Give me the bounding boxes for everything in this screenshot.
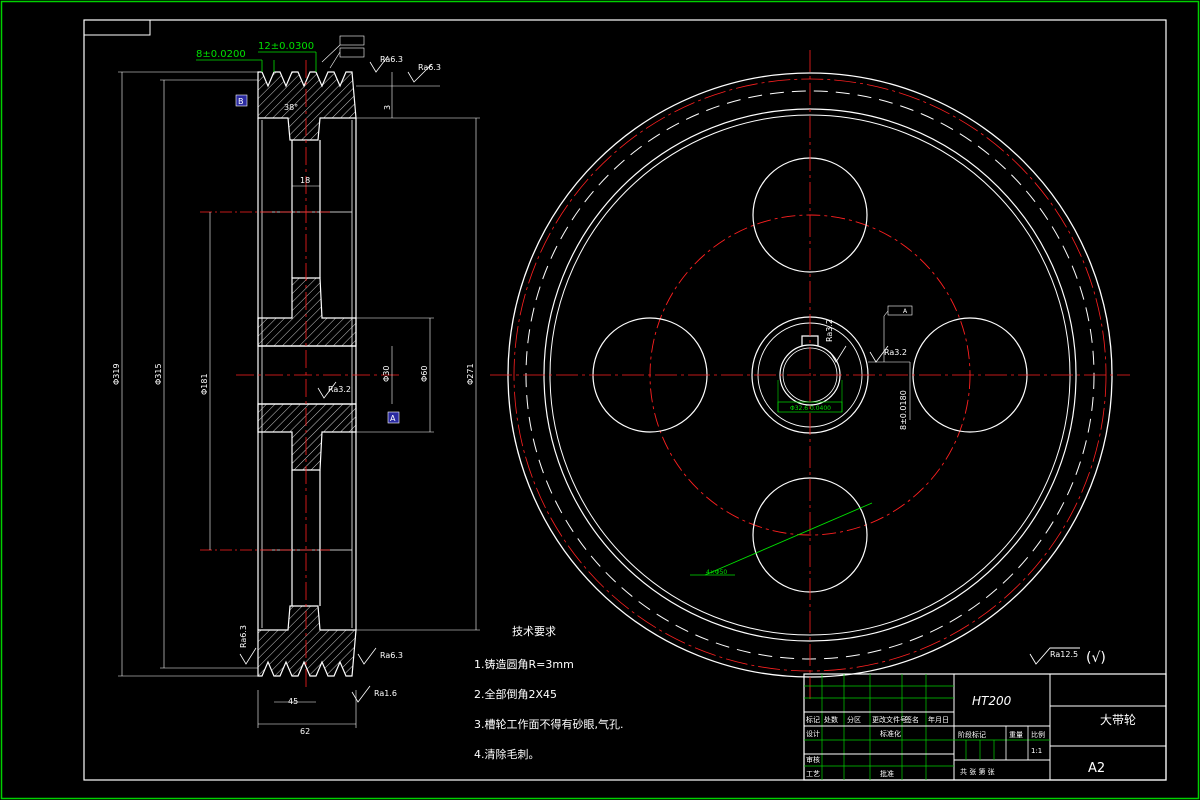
datum-b: B <box>238 97 244 106</box>
hole-circle-label: 4×Φ50 <box>706 569 727 576</box>
top-left-code-box <box>83 19 151 36</box>
tb-signature: 签名 <box>905 715 919 724</box>
tb-stage: 阶段标记 <box>958 730 986 739</box>
dim-bore: Φ30 <box>382 366 391 382</box>
datum-a: A <box>390 414 396 423</box>
engineering-drawing: 8±0.0200 12±0.0300 Ra6.3 Ra6.3 Ra6.3 Ra6… <box>0 0 1200 800</box>
tb-zone: 分区 <box>847 715 861 724</box>
hub-top-section <box>257 277 357 347</box>
roughness-right-low: Ra6.3 <box>380 651 403 660</box>
tb-change-doc: 更改文件号 <box>872 715 907 724</box>
hub-bottom-section <box>257 403 357 471</box>
outer-border <box>0 0 1200 800</box>
rim-bottom-section <box>257 605 357 677</box>
tb-designer: 设计 <box>806 729 820 738</box>
tb-scale-label: 比例 <box>1031 730 1045 739</box>
dim-hub: Φ60 <box>420 366 429 382</box>
roughness-top-1: Ra6.3 <box>380 55 403 64</box>
tolerance-top-right: 12±0.0300 <box>258 41 314 52</box>
tb-count: 处数 <box>824 715 838 724</box>
tb-sheets: 共 张 第 张 <box>960 767 995 776</box>
dim-rim-inner: Φ271 <box>466 363 475 385</box>
side-section-view: 8±0.0200 12±0.0300 Ra6.3 Ra6.3 Ra6.3 Ra6… <box>112 35 480 736</box>
general-roughness: Ra12.5 (√) <box>1029 647 1106 666</box>
roughness-left-low: Ra6.3 <box>239 625 248 648</box>
frame-symbol: A <box>903 308 908 315</box>
note-item-3: 3.槽轮工作面不得有砂眼,气孔. <box>474 717 624 731</box>
title-block: HT200 大带轮 A2 标记 处数 分区 更改文件号 签名 年月日 设计 标准… <box>803 673 1167 781</box>
tb-approve: 批准 <box>880 769 894 778</box>
dim-outer: Φ319 <box>112 363 121 385</box>
tb-weight: 重量 <box>1009 731 1023 739</box>
dim-small-top: 3 <box>383 105 392 110</box>
rim-top-section <box>257 71 357 141</box>
tb-standardized: 标准化 <box>880 729 901 738</box>
tb-scale: 1:1 <box>1031 747 1042 755</box>
keyway-width: 8±0.0180 <box>899 390 908 430</box>
general-roughness-label: Ra12.5 <box>1050 650 1078 659</box>
dim-width: 62 <box>300 727 310 736</box>
dim-groove-pitch: 45 <box>288 697 298 706</box>
dim-pitch: Φ315 <box>154 363 163 385</box>
note-item-1: 1.铸造圆角R=3mm <box>474 657 574 671</box>
tolerance-top-left: 8±0.0200 <box>196 49 246 60</box>
sheet-size: A2 <box>1088 761 1105 776</box>
dim-web-thk: 18 <box>300 176 310 185</box>
roughness-bottom: Ra1.6 <box>374 689 397 698</box>
front-view: Φ32.6 0.0400 4×Φ50 A Ra3.2 Ra3.2 8±0.018… <box>490 50 1130 700</box>
angle-label: 38° <box>284 103 298 112</box>
note-item-2: 2.全部倒角2X45 <box>474 687 557 701</box>
roughness-bore: Ra3.2 <box>328 385 351 394</box>
tb-process: 工艺 <box>806 770 820 778</box>
roughness-top-2: Ra6.3 <box>418 63 441 72</box>
inner-border <box>83 19 1167 781</box>
tb-reviewer: 审核 <box>806 755 820 764</box>
keyway-dimension: Φ32.6 0.0400 <box>790 405 831 412</box>
general-roughness-note: (√) <box>1086 650 1106 666</box>
material: HT200 <box>972 694 1012 708</box>
part-name: 大带轮 <box>1100 713 1136 727</box>
roughness-keyway: Ra3.2 <box>884 348 907 357</box>
technical-notes: 技术要求 1.铸造圆角R=3mm 2.全部倒角2X45 3.槽轮工作面不得有砂眼… <box>474 625 624 761</box>
note-item-4: 4.清除毛刺。 <box>474 747 540 761</box>
roughness-keyway-side: Ra3.2 <box>825 319 834 342</box>
tb-mark: 标记 <box>806 715 820 724</box>
notes-title: 技术要求 <box>512 625 556 638</box>
dim-web: Φ181 <box>200 373 209 395</box>
tb-date: 年月日 <box>928 715 949 724</box>
